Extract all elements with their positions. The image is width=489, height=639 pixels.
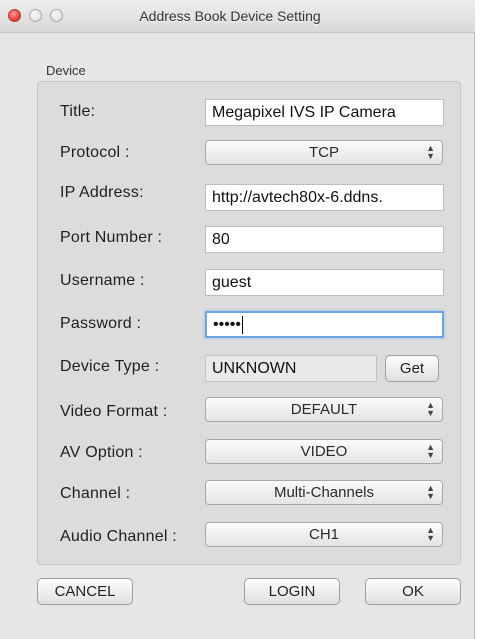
minimize-window-button[interactable] [29, 9, 42, 22]
title-label: Title: [60, 103, 96, 120]
protocol-value: TCP [309, 144, 339, 161]
ip-address-label: IP Address: [60, 184, 144, 201]
protocol-label: Protocol : [60, 144, 130, 161]
channel-label: Channel : [60, 485, 131, 502]
audio-channel-value: CH1 [308, 526, 339, 543]
video-format-value: DEFAULT [290, 401, 358, 418]
device-type-label: Device Type : [60, 358, 160, 375]
password-label: Password : [60, 315, 142, 332]
protocol-select[interactable]: TCP ▲ ▼ [205, 140, 443, 165]
select-arrows-icon: ▲ ▼ [426, 143, 435, 161]
cancel-button[interactable]: CANCEL [37, 578, 133, 605]
channel-value: Multi-Channels [273, 484, 375, 501]
password-mask: ••••• [213, 316, 242, 333]
login-button[interactable]: LOGIN [244, 578, 340, 605]
dialog-window: Address Book Device Setting Device Title… [0, 0, 475, 639]
ip-address-field[interactable]: http://avtech80x-6.ddns. [205, 184, 444, 211]
port-number-label: Port Number : [60, 229, 163, 246]
title-field[interactable]: Megapixel IVS IP Camera [205, 99, 444, 126]
audio-channel-label: Audio Channel : [60, 528, 177, 545]
window-title: Address Book Device Setting [139, 8, 321, 24]
select-arrows-icon: ▲ ▼ [426, 525, 435, 543]
ok-button[interactable]: OK [365, 578, 461, 605]
select-arrows-icon: ▲ ▼ [426, 483, 435, 501]
port-number-field[interactable]: 80 [205, 226, 444, 253]
av-option-value: VIDEO [300, 443, 348, 460]
text-caret [242, 315, 244, 334]
zoom-window-button[interactable] [50, 9, 63, 22]
video-format-label: Video Format : [60, 403, 168, 420]
get-button[interactable]: Get [385, 355, 439, 382]
select-arrows-icon: ▲ ▼ [426, 442, 435, 460]
username-field[interactable]: guest [205, 269, 444, 296]
device-type-field: UNKNOWN [205, 355, 377, 382]
video-format-select[interactable]: DEFAULT ▲ ▼ [205, 397, 443, 422]
device-group-title: Device [46, 63, 86, 78]
select-arrows-icon: ▲ ▼ [426, 400, 435, 418]
close-window-button[interactable] [8, 9, 21, 22]
audio-channel-select[interactable]: CH1 ▲ ▼ [205, 522, 443, 547]
title-bar[interactable]: Address Book Device Setting [0, 0, 475, 33]
av-option-select[interactable]: VIDEO ▲ ▼ [205, 439, 443, 464]
av-option-label: AV Option : [60, 444, 143, 461]
background-edge [476, 0, 489, 639]
password-field[interactable]: ••••• [205, 311, 444, 338]
channel-select[interactable]: Multi-Channels ▲ ▼ [205, 480, 443, 505]
username-label: Username : [60, 272, 145, 289]
